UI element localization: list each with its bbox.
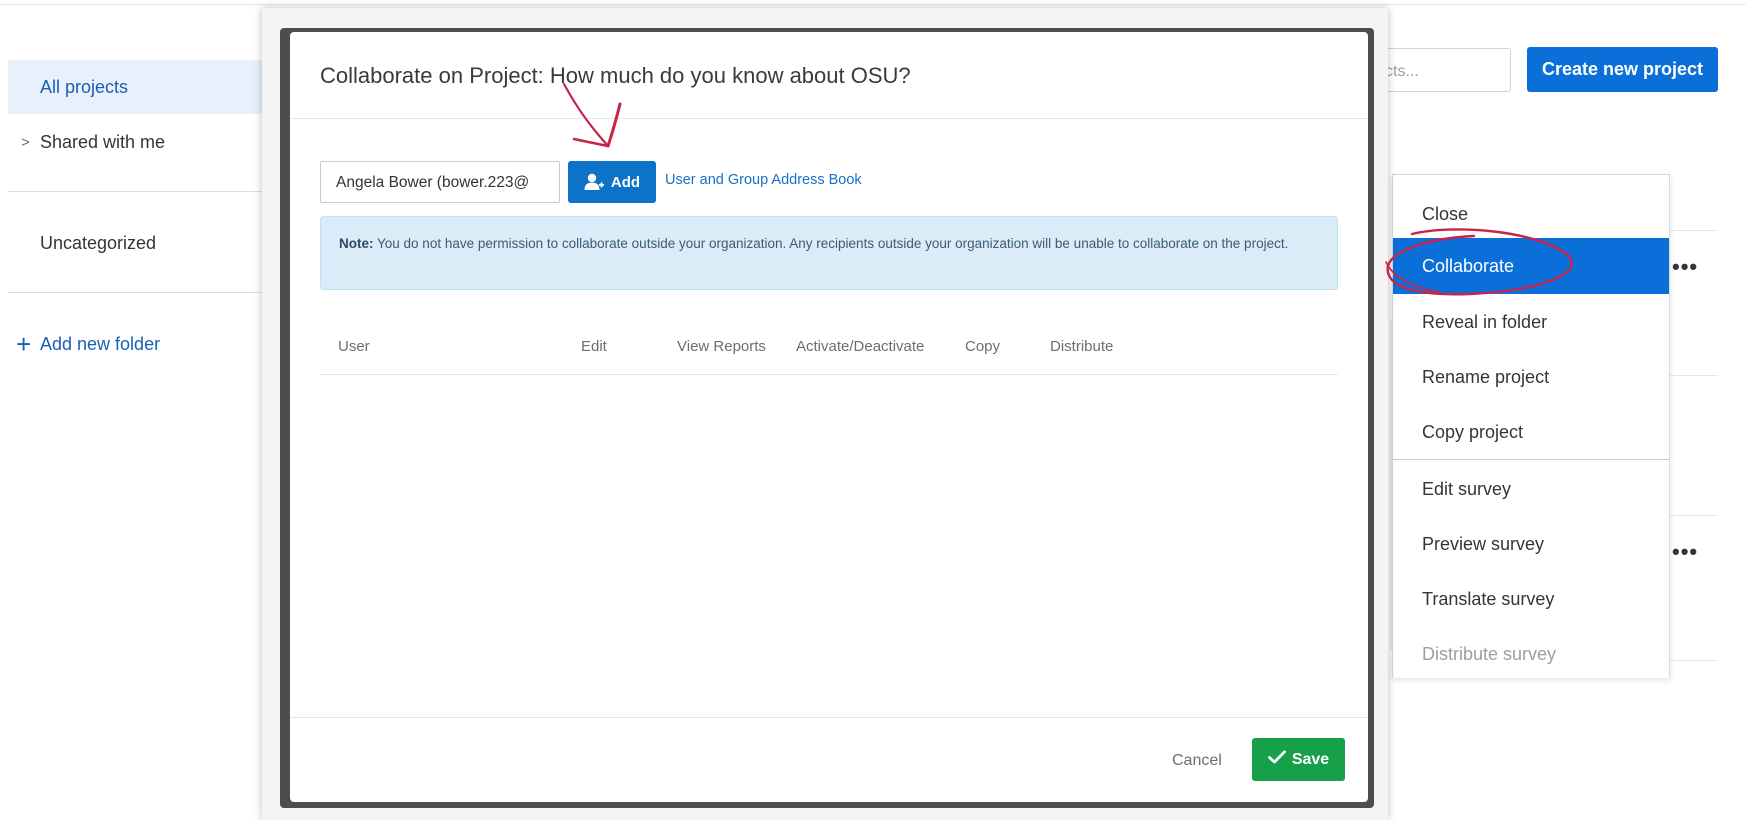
more-options-button[interactable]: ••• xyxy=(1672,254,1698,280)
menu-item-collaborate[interactable]: Collaborate xyxy=(1393,238,1669,294)
project-context-menu: Close Collaborate Reveal in folder Renam… xyxy=(1392,174,1670,678)
note-text: You do not have permission to collaborat… xyxy=(373,236,1289,251)
dialog-title: Collaborate on Project: How much do you … xyxy=(320,63,911,88)
chevron-right-icon[interactable]: > xyxy=(21,134,30,151)
menu-item-translate-survey[interactable]: Translate survey xyxy=(1393,571,1669,627)
sidebar-item-label: Shared with me xyxy=(40,131,166,152)
menu-item-copy-project[interactable]: Copy project xyxy=(1393,404,1669,460)
dialog-header-divider xyxy=(290,118,1368,119)
search-placeholder: cts... xyxy=(1385,63,1419,80)
checkmark-icon xyxy=(1267,750,1286,769)
column-header-distribute: Distribute xyxy=(1050,338,1114,355)
column-header-edit: Edit xyxy=(581,338,607,355)
menu-item-rename-project[interactable]: Rename project xyxy=(1393,349,1669,405)
menu-item-label: Distribute survey xyxy=(1422,643,1557,664)
dialog-footer-divider xyxy=(290,717,1368,718)
save-button[interactable]: Save xyxy=(1252,738,1345,781)
table-header-divider xyxy=(320,374,1338,375)
menu-item-distribute-survey[interactable]: Distribute survey xyxy=(1393,626,1669,678)
menu-item-label: Collaborate xyxy=(1422,255,1515,276)
create-new-project-button[interactable]: Create new project xyxy=(1527,47,1718,92)
column-header-activate-deactivate: Activate/Deactivate xyxy=(796,338,925,355)
collaborator-input-value: Angela Bower (bower.223@ xyxy=(336,174,530,191)
column-header-user: User xyxy=(338,338,370,355)
collaborate-dialog: Collaborate on Project: How much do you … xyxy=(290,32,1368,802)
save-button-label: Save xyxy=(1291,750,1330,768)
cancel-button[interactable]: Cancel xyxy=(1172,752,1222,770)
more-options-button[interactable]: ••• xyxy=(1672,539,1698,565)
permission-note: Note: You do not have permission to coll… xyxy=(320,216,1338,290)
sidebar-item-label: Uncategorized xyxy=(40,232,157,253)
menu-item-edit-survey[interactable]: Edit survey xyxy=(1393,461,1669,517)
menu-item-label: Reveal in folder xyxy=(1422,311,1548,332)
search-projects-input[interactable]: cts... xyxy=(1370,48,1511,92)
menu-item-label: Copy project xyxy=(1422,421,1524,442)
menu-item-label: Preview survey xyxy=(1422,533,1545,554)
collaborator-input[interactable]: Angela Bower (bower.223@ xyxy=(320,161,560,203)
plus-icon: + xyxy=(16,329,32,359)
create-button-label: Create new project xyxy=(1541,59,1704,79)
sidebar-item-label: All projects xyxy=(40,76,129,97)
add-button-label: Add xyxy=(610,173,641,191)
menu-item-label: Close xyxy=(1422,203,1469,224)
menu-item-close[interactable]: Close xyxy=(1393,186,1669,242)
note-label: Note: xyxy=(339,236,374,251)
add-folder-label: Add new folder xyxy=(40,333,161,354)
add-collaborator-button[interactable]: Add xyxy=(568,161,656,203)
menu-item-label: Translate survey xyxy=(1422,588,1555,609)
column-header-view-reports: View Reports xyxy=(677,338,766,355)
menu-item-reveal-in-folder[interactable]: Reveal in folder xyxy=(1393,294,1669,350)
column-header-copy: Copy xyxy=(965,338,1001,355)
address-book-link[interactable]: User and Group Address Book xyxy=(665,172,862,188)
menu-item-label: Edit survey xyxy=(1422,478,1512,499)
menu-item-label: Rename project xyxy=(1422,366,1550,387)
add-user-icon xyxy=(584,173,604,191)
menu-separator xyxy=(1393,459,1669,460)
menu-item-preview-survey[interactable]: Preview survey xyxy=(1393,516,1669,572)
